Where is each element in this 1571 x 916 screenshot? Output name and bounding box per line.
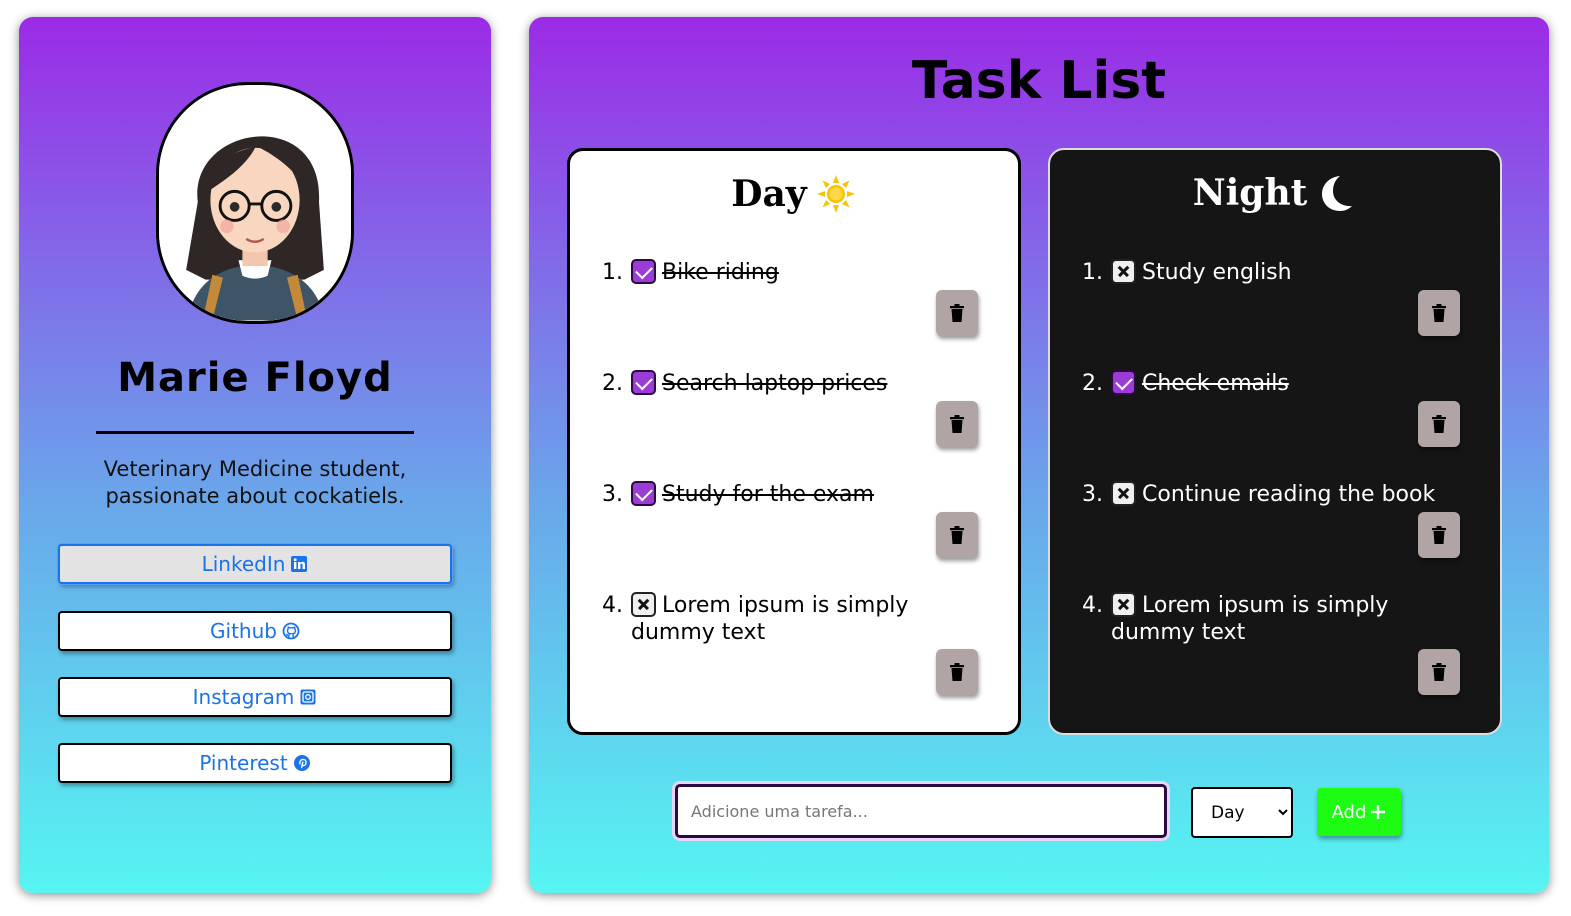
trash-icon bbox=[1432, 663, 1446, 681]
task-text: Search laptop prices bbox=[662, 371, 888, 396]
task-number: 1. bbox=[1082, 260, 1103, 285]
trash-icon bbox=[950, 415, 964, 433]
pinterest-icon bbox=[293, 755, 310, 771]
add-task-button[interactable]: Add bbox=[1317, 788, 1401, 836]
github-label: Github bbox=[210, 619, 277, 643]
task-number: 4. bbox=[602, 593, 623, 618]
trash-icon bbox=[1432, 526, 1446, 544]
trash-icon bbox=[950, 526, 964, 544]
task-list-panel: Task List Day 1. Bike riding 2. Search l… bbox=[529, 17, 1549, 893]
day-task-card: Day 1. Bike riding 2. Search laptop pric… bbox=[567, 148, 1021, 735]
task-number: 2. bbox=[1082, 371, 1103, 396]
task-checkbox-unchecked[interactable] bbox=[1111, 592, 1136, 617]
task-input[interactable] bbox=[675, 784, 1167, 838]
task-text: Lorem ipsum is simply dummy text bbox=[631, 593, 909, 645]
github-button[interactable]: Github bbox=[58, 611, 452, 651]
avatar bbox=[156, 82, 354, 324]
linkedin-label: LinkedIn bbox=[201, 552, 286, 576]
task-checkbox-checked[interactable] bbox=[631, 259, 656, 284]
task-number: 3. bbox=[1082, 482, 1103, 507]
profile-bio: Veterinary Medicine student, passionate … bbox=[19, 456, 491, 510]
delete-task-button[interactable] bbox=[936, 649, 978, 695]
task-checkbox-unchecked[interactable] bbox=[1111, 259, 1136, 284]
bio-line: passionate about cockatiels. bbox=[105, 484, 405, 508]
moon-icon bbox=[1322, 176, 1353, 211]
task-checkbox-unchecked[interactable] bbox=[1111, 481, 1136, 506]
task-number: 2. bbox=[602, 371, 623, 396]
task-text: Study for the exam bbox=[662, 482, 874, 507]
delete-task-button[interactable] bbox=[936, 290, 978, 336]
task-checkbox-unchecked[interactable] bbox=[631, 592, 656, 617]
task-checkbox-checked[interactable] bbox=[631, 370, 656, 395]
night-task-card: Night 1. Study english 2. Check emails 3… bbox=[1048, 148, 1502, 735]
task-number: 1. bbox=[602, 260, 623, 285]
task-text: Check emails bbox=[1142, 371, 1289, 396]
trash-icon bbox=[950, 663, 964, 681]
night-card-title: Night bbox=[1050, 172, 1500, 214]
linkedin-icon bbox=[291, 556, 308, 572]
delete-task-button[interactable] bbox=[1418, 512, 1460, 558]
trash-icon bbox=[1432, 304, 1446, 322]
avatar-illustration bbox=[159, 85, 351, 321]
profile-name: Marie Floyd bbox=[117, 355, 393, 401]
profile-card: Marie Floyd Veterinary Medicine student,… bbox=[19, 17, 491, 893]
day-card-title: Day bbox=[570, 173, 1018, 215]
delete-task-button[interactable] bbox=[1418, 649, 1460, 695]
linkedin-button[interactable]: LinkedIn bbox=[58, 544, 452, 584]
trash-icon bbox=[950, 304, 964, 322]
delete-task-button[interactable] bbox=[936, 512, 978, 558]
bio-line: Veterinary Medicine student, bbox=[103, 457, 407, 481]
night-title-label: Night bbox=[1192, 172, 1308, 214]
task-checkbox-checked[interactable] bbox=[1111, 370, 1136, 395]
instagram-button[interactable]: Instagram bbox=[58, 677, 452, 717]
delete-task-button[interactable] bbox=[936, 401, 978, 447]
pinterest-button[interactable]: Pinterest bbox=[58, 743, 452, 783]
delete-task-button[interactable] bbox=[1418, 290, 1460, 336]
task-text: Study english bbox=[1142, 260, 1292, 285]
github-icon bbox=[282, 622, 300, 640]
instagram-label: Instagram bbox=[192, 685, 295, 709]
task-number: 3. bbox=[602, 482, 623, 507]
name-divider bbox=[96, 431, 414, 434]
instagram-icon bbox=[300, 689, 316, 705]
task-text: Lorem ipsum is simply dummy text bbox=[1111, 593, 1389, 645]
page-title: Task List bbox=[911, 51, 1167, 111]
add-button-label: Add bbox=[1331, 801, 1367, 823]
task-text: Bike riding bbox=[662, 260, 779, 285]
period-select[interactable]: Day bbox=[1191, 787, 1293, 838]
day-title-label: Day bbox=[731, 173, 807, 215]
task-text: Continue reading the book bbox=[1142, 482, 1436, 507]
task-number: 4. bbox=[1082, 593, 1103, 618]
delete-task-button[interactable] bbox=[1418, 401, 1460, 447]
plus-icon bbox=[1371, 805, 1386, 819]
task-checkbox-checked[interactable] bbox=[631, 481, 656, 506]
pinterest-label: Pinterest bbox=[199, 751, 288, 775]
trash-icon bbox=[1432, 415, 1446, 433]
sun-icon bbox=[816, 175, 855, 213]
